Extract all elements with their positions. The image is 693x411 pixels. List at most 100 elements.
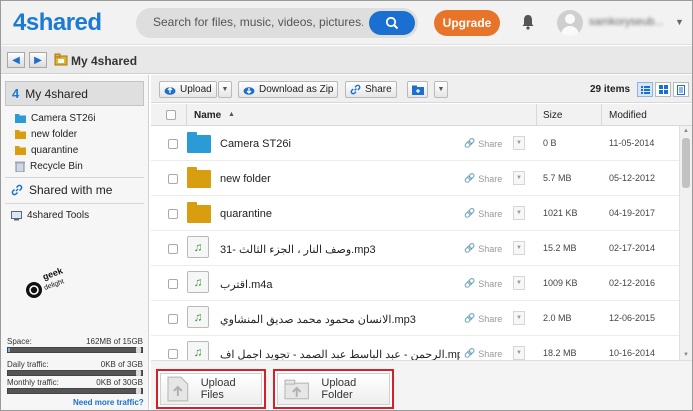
scroll-up-icon[interactable]: ▲ (683, 128, 689, 134)
forward-button[interactable]: ▶ (29, 52, 47, 68)
more-actions-dropdown[interactable]: ▼ (434, 81, 448, 98)
file-modified: 02-12-2016 (609, 278, 656, 288)
table-row[interactable]: new folder 🔗 Share ▼ 5.7 MB 05-12-2012 (151, 161, 679, 196)
column-modified-header[interactable]: Modified (609, 110, 647, 121)
file-modified: 12-06-2015 (609, 313, 656, 323)
stat-value: 0KB of 3GB (100, 360, 143, 369)
select-all-checkbox[interactable] (166, 110, 176, 120)
list-view-icon (640, 85, 650, 94)
table-row[interactable]: ♫ الانسان محمود محمد صديق المنشاوي.mp3 🔗… (151, 301, 679, 336)
row-share-button[interactable]: 🔗 Share (464, 208, 502, 219)
row-actions-dropdown[interactable]: ▼ (513, 241, 525, 255)
sidebar-item-new-folder[interactable]: new folder (15, 129, 77, 140)
row-share-button[interactable]: 🔗 Share (464, 348, 502, 359)
sidebar-item-4shared-tools[interactable]: 4shared Tools (11, 210, 89, 221)
list-view-button[interactable] (637, 82, 653, 97)
username-label[interactable]: samkoryseub... (589, 16, 664, 28)
upload-files-button[interactable]: Upload Files (156, 369, 266, 409)
file-list-scrollbar[interactable]: ▲ ▼ (679, 126, 692, 360)
chevron-down-icon: ▼ (516, 245, 522, 251)
top-bar: 4shared Upgrade samkoryseub... ▼ (1, 1, 692, 45)
file-name[interactable]: الرحمن - عبد الباسط عبد الصمد - تجويد اج… (220, 348, 460, 360)
row-checkbox[interactable] (168, 244, 178, 254)
row-checkbox[interactable] (168, 174, 178, 184)
row-actions-dropdown[interactable]: ▼ (513, 311, 525, 325)
sidebar-item-camera[interactable]: Camera ST26i (15, 113, 95, 124)
notification-bell-icon[interactable] (521, 14, 535, 33)
column-size-header[interactable]: Size (543, 110, 562, 121)
storage-progress-bar (7, 347, 143, 353)
home-folder-icon (54, 53, 68, 69)
upgrade-button[interactable]: Upgrade (434, 10, 500, 36)
stat-value: 162MB of 15GB (86, 337, 143, 346)
scrollbar-thumb[interactable] (682, 138, 690, 188)
table-row[interactable]: Camera ST26i 🔗 Share ▼ 0 B 11-05-2014 (151, 126, 679, 161)
row-actions-dropdown[interactable]: ▼ (513, 276, 525, 290)
file-size: 0 B (543, 138, 557, 148)
row-checkbox[interactable] (168, 139, 178, 149)
table-row[interactable]: ♫ 31- وصف النار ، الجزء الثالث.mp3 🔗 Shar… (151, 231, 679, 266)
row-actions-dropdown[interactable]: ▼ (513, 346, 525, 360)
sidebar-item-label: Recycle Bin (30, 161, 83, 172)
file-size: 15.2 MB (543, 243, 577, 253)
sidebar-item-shared-with-me[interactable]: Shared with me (11, 183, 112, 197)
row-share-button[interactable]: 🔗 Share (464, 138, 502, 149)
breadcrumb[interactable]: My 4shared (71, 54, 137, 68)
row-actions-dropdown[interactable]: ▼ (513, 206, 525, 220)
file-name[interactable]: Camera ST26i (220, 138, 460, 150)
file-modified: 11-05-2014 (609, 138, 655, 148)
file-size: 18.2 MB (543, 348, 577, 358)
chevron-down-icon: ▼ (516, 315, 522, 321)
row-checkbox[interactable] (168, 209, 178, 219)
table-row[interactable]: quarantine 🔗 Share ▼ 1021 KB 04-19-2017 (151, 196, 679, 231)
music-file-icon: ♫ (187, 341, 209, 360)
table-row[interactable]: ♫ اقترب.m4a 🔗 Share ▼ 1009 KB 02-12-2016 (151, 266, 679, 301)
file-name[interactable]: quarantine (220, 208, 460, 220)
upload-button[interactable]: Upload (159, 81, 217, 98)
need-more-traffic-link[interactable]: Need more traffic? (73, 398, 144, 407)
sidebar-item-quarantine[interactable]: quarantine (15, 145, 78, 156)
search-input[interactable] (153, 15, 363, 29)
share-label: Share (478, 208, 503, 219)
row-share-button[interactable]: 🔗 Share (464, 173, 502, 184)
file-size: 5.7 MB (543, 173, 572, 183)
row-actions-dropdown[interactable]: ▼ (513, 136, 525, 150)
file-name[interactable]: new folder (220, 173, 460, 185)
sort-asc-icon[interactable]: ▲ (228, 111, 235, 118)
table-row[interactable]: ♫ الرحمن - عبد الباسط عبد الصمد - تجويد … (151, 336, 679, 360)
row-checkbox[interactable] (168, 279, 178, 289)
row-share-button[interactable]: 🔗 Share (464, 243, 502, 254)
grid-view-icon (658, 85, 668, 94)
row-checkbox[interactable] (168, 314, 178, 324)
download-zip-button[interactable]: Download as Zip (238, 81, 339, 98)
logo[interactable]: 4shared (13, 9, 102, 37)
row-actions-dropdown[interactable]: ▼ (513, 171, 525, 185)
link-icon: 🔗 (464, 138, 476, 148)
upload-dropdown[interactable]: ▼ (218, 81, 232, 98)
folder-icon (15, 146, 26, 155)
new-folder-button[interactable] (407, 81, 428, 98)
search-button[interactable] (369, 11, 415, 35)
row-share-button[interactable]: 🔗 Share (464, 278, 502, 289)
upload-folder-button[interactable]: Upload Folder (273, 369, 394, 409)
scroll-down-icon[interactable]: ▼ (683, 352, 689, 358)
upload-folder-icon (284, 379, 309, 400)
file-name[interactable]: الانسان محمود محمد صديق المنشاوي.mp3 (220, 313, 460, 326)
grid-view-button[interactable] (655, 82, 671, 97)
file-name[interactable]: اقترب.m4a (220, 278, 460, 291)
back-button[interactable]: ◀ (7, 52, 25, 68)
share-button[interactable]: Share (345, 81, 397, 98)
file-name[interactable]: 31- وصف النار ، الجزء الثالث.mp3 (220, 243, 460, 256)
link-icon: 🔗 (464, 313, 476, 323)
row-checkbox[interactable] (168, 349, 178, 359)
table-header: Name ▲ Size Modified (151, 104, 692, 126)
sidebar-item-recycle-bin[interactable]: Recycle Bin (15, 161, 83, 172)
chevron-down-icon[interactable]: ▼ (675, 17, 684, 27)
column-name-header[interactable]: Name (194, 110, 221, 121)
sidebar-item-my-4shared[interactable]: 4 My 4shared (5, 81, 144, 106)
avatar[interactable] (557, 10, 583, 36)
row-share-button[interactable]: 🔗 Share (464, 313, 502, 324)
detail-view-button[interactable] (673, 82, 689, 97)
share-label: Share (478, 138, 503, 149)
link-icon: 🔗 (464, 208, 476, 218)
